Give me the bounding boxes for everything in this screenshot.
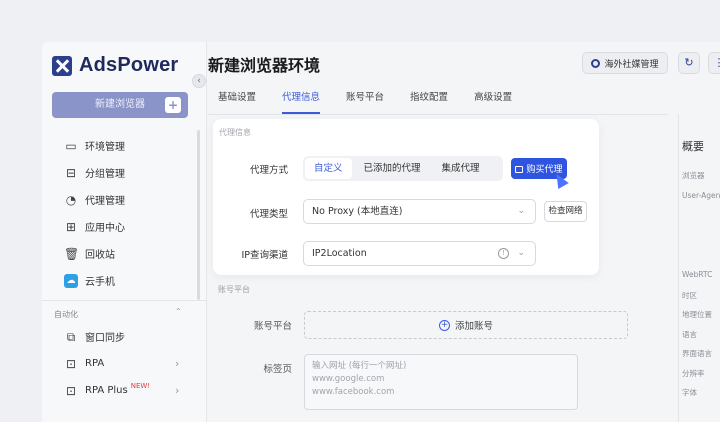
collapse-sidebar-icon[interactable]: ‹ — [192, 74, 206, 88]
sidebar-item-env[interactable]: ▭ 环境管理 — [64, 132, 125, 159]
proxy-type-select[interactable]: No Proxy (本地直连) ⌄ — [303, 199, 536, 224]
summary-item: 地理位置 — [682, 310, 712, 319]
sidebar-item-groups[interactable]: ⊟ 分组管理 — [64, 159, 125, 186]
account-platform-label: 账号平台 — [253, 321, 292, 332]
info-icon[interactable]: ! — [498, 248, 509, 259]
summary-item: 分辨率 — [682, 369, 705, 378]
social-icon — [591, 58, 601, 68]
proxy-icon: ◔ — [65, 192, 77, 207]
tab-account[interactable]: 账号平台 — [346, 92, 384, 114]
apps-icon: ⊞ — [65, 219, 77, 234]
chevron-up-icon[interactable]: ⌃ — [175, 307, 182, 316]
sidebar-item-cloud-phone[interactable]: ☁ 云手机 — [64, 267, 125, 294]
proxy-type-label: 代理类型 — [249, 209, 288, 220]
check-network-button[interactable]: 检查网络 — [544, 201, 587, 222]
tab-advanced[interactable]: 高级设置 — [474, 92, 512, 114]
logo: AdsPower — [52, 54, 178, 77]
window-icon: ▭ — [65, 138, 77, 153]
proxy-settings-card: 代理信息 代理方式 自定义 已添加的代理 集成代理 购买代理 代理类型 No P… — [213, 119, 599, 275]
proxy-method-label: 代理方式 — [249, 165, 288, 176]
automation-menu: ⧉ 窗口同步 ⊡ RPA › ⊡ RPA Plus NEW! › — [64, 323, 179, 404]
sidebar-divider — [42, 300, 207, 301]
social-media-button[interactable]: 海外社媒管理 — [582, 52, 668, 74]
sidebar-item-label: 应用中心 — [85, 223, 125, 234]
new-badge: NEW! — [130, 381, 151, 390]
summary-title: 概要 — [682, 140, 704, 153]
chevron-down-icon: ⌄ — [517, 206, 525, 216]
sidebar-item-trash[interactable]: 🗑 回收站 — [64, 240, 125, 267]
sidebar-item-label: 窗口同步 — [85, 333, 125, 344]
sidebar-item-label: 环境管理 — [85, 142, 125, 153]
adspower-logo-icon — [52, 55, 72, 76]
tab-fingerprint[interactable]: 指纹配置 — [410, 92, 448, 114]
new-browser-plus-icon[interactable]: + — [165, 97, 181, 113]
ip-channel-label: IP查询渠道 — [241, 250, 288, 261]
proxy-type-value: No Proxy (本地直连) — [312, 206, 403, 217]
rpa-plus-icon: ⊡ — [65, 383, 77, 398]
method-option-added[interactable]: 已添加的代理 — [355, 158, 430, 179]
placeholder-line: www.google.com — [312, 374, 385, 384]
tab-basic[interactable]: 基础设置 — [218, 92, 256, 114]
summary-item: 语言 — [682, 330, 697, 339]
social-media-label: 海外社媒管理 — [604, 59, 659, 70]
chevron-down-icon: ⌄ — [517, 248, 525, 258]
sidebar-menu: ▭ 环境管理 ⊟ 分组管理 ◔ 代理管理 ⊞ 应用中心 🗑 回收站 ☁ 云手机 — [64, 132, 125, 294]
method-option-custom[interactable]: 自定义 — [305, 158, 352, 179]
add-account-button[interactable]: + 添加账号 — [304, 311, 628, 339]
sidebar-item-rpa-plus[interactable]: ⊡ RPA Plus NEW! › — [64, 377, 179, 404]
automation-section-label: 自动化 — [54, 310, 78, 319]
page-title: 新建浏览器环境 — [208, 56, 321, 75]
summary-item: User-Agent — [682, 191, 720, 200]
more-icon[interactable]: ⋮ — [708, 52, 720, 74]
sidebar-item-label: 云手机 — [85, 277, 115, 288]
sidebar: AdsPower ‹ 新建浏览器 + ▭ 环境管理 ⊟ 分组管理 ◔ 代理管理 … — [42, 42, 207, 422]
sidebar-scrollbar[interactable] — [197, 130, 200, 300]
refresh-icon[interactable]: ↻ — [678, 52, 700, 74]
plus-circle-icon: + — [438, 319, 450, 331]
summary-item: 字体 — [682, 388, 697, 397]
tab-proxy[interactable]: 代理信息 — [282, 92, 321, 114]
add-account-label: 添加账号 — [454, 321, 493, 332]
sidebar-item-label: 分组管理 — [85, 169, 125, 180]
summary-item: 时区 — [682, 291, 697, 300]
summary-item: WebRTC — [682, 270, 713, 279]
chevron-right-icon: › — [175, 357, 180, 370]
summary-item: 界面语言 — [682, 349, 712, 358]
rpa-icon: ⊡ — [65, 356, 77, 371]
cloud-phone-icon: ☁ — [64, 273, 78, 288]
tabs-label: 标签页 — [263, 364, 292, 375]
ip-channel-value: IP2Location — [312, 248, 367, 259]
sync-icon: ⧉ — [66, 329, 76, 344]
chevron-right-icon: › — [175, 384, 180, 397]
sidebar-item-rpa[interactable]: ⊡ RPA › — [64, 350, 179, 377]
trash-icon: 🗑 — [64, 246, 80, 261]
sidebar-item-label: RPA Plus — [85, 385, 128, 396]
sidebar-item-apps[interactable]: ⊞ 应用中心 — [64, 213, 125, 240]
placeholder-line: 输入网址 (每行一个网址) — [312, 361, 407, 371]
ip-channel-select[interactable]: IP2Location ! ⌄ — [303, 241, 536, 266]
sidebar-item-label: 代理管理 — [85, 196, 125, 207]
account-section-label: 账号平台 — [218, 285, 250, 294]
placeholder-line: www.facebook.com — [312, 387, 395, 397]
folder-icon: ⊟ — [65, 165, 77, 180]
tab-bar: 基础设置 代理信息 账号平台 指纹配置 高级设置 — [218, 92, 538, 114]
summary-item: 浏览器 — [682, 171, 705, 180]
sidebar-item-window-sync[interactable]: ⧉ 窗口同步 — [64, 323, 150, 350]
sidebar-item-label: 回收站 — [85, 250, 115, 261]
proxy-method-segmented: 自定义 已添加的代理 集成代理 — [303, 156, 503, 181]
tab-divider — [208, 114, 668, 115]
proxy-section-label: 代理信息 — [219, 128, 251, 137]
app-name: AdsPower — [79, 54, 179, 76]
tabs-url-textarea[interactable]: 输入网址 (每行一个网址) www.google.com www.faceboo… — [304, 354, 578, 410]
sidebar-item-label: RPA — [85, 358, 105, 369]
method-option-integrated[interactable]: 集成代理 — [433, 158, 489, 179]
shopping-bag-icon — [515, 166, 524, 173]
sidebar-item-proxy[interactable]: ◔ 代理管理 — [64, 186, 125, 213]
